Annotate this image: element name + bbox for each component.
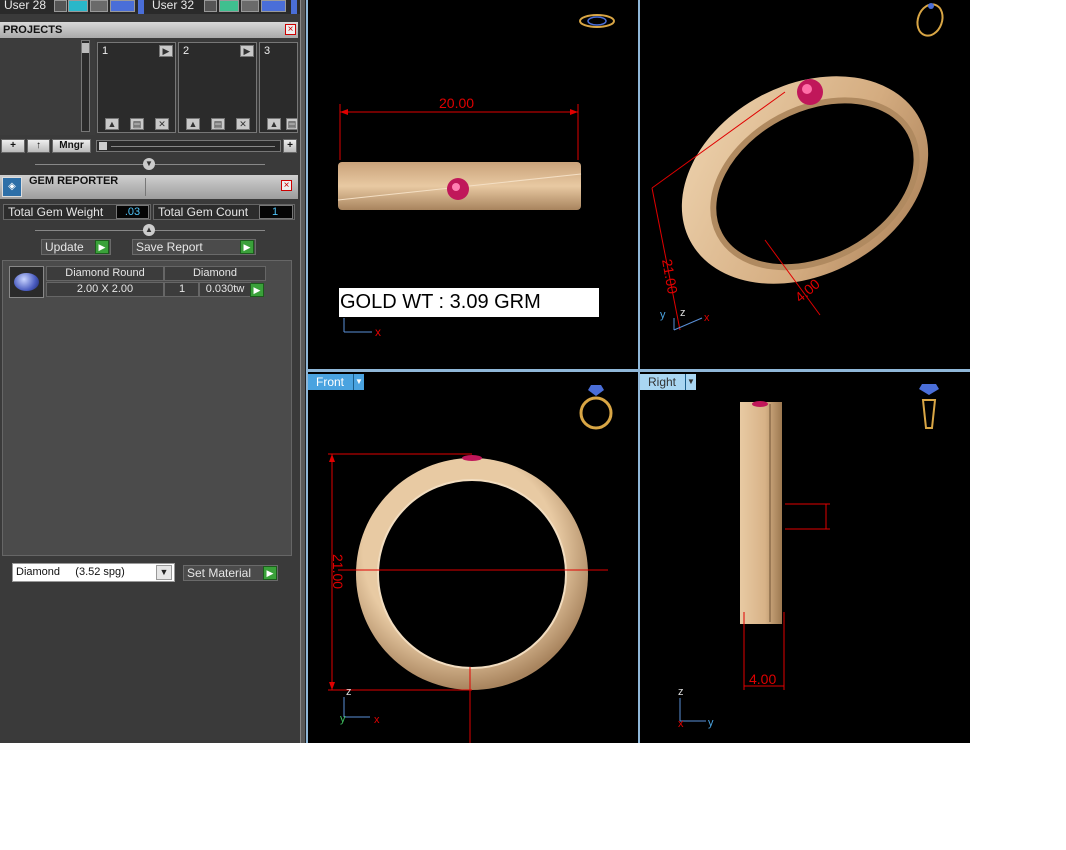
dim-width-text: 4.00 [749,671,776,687]
update-label: Update [45,240,84,254]
total-gem-count-label: Total Gem Count [158,205,249,219]
gem-weight-cell[interactable]: 0.030tw [199,282,251,297]
manager-button[interactable]: Mngr [52,139,91,153]
add-slot-button[interactable]: + [283,139,297,153]
gem-shape-cell[interactable]: Diamond Round [46,266,164,281]
axis-x-label: x [374,714,380,726]
user-separator [291,0,297,14]
viewport-right[interactable]: Right ▼ 4.00 z x y [640,372,970,743]
axis-x-label: x [704,312,710,324]
left-panel: User 28 User 32 PROJECTS × 1 ▶ ▲ ▤ ✕ 2 ▶… [0,0,300,743]
axis-y-label: y [660,309,666,321]
gold-weight-label: GOLD WT : 3.09 GRM [339,288,599,317]
play-icon[interactable]: ▶ [250,283,264,297]
gem-thumbnail[interactable] [9,266,44,298]
color-swatch-cyan[interactable] [68,0,88,12]
scroll-thumb[interactable] [82,43,89,53]
user-label-2: User 32 [152,0,195,12]
ring-gizmo-icon [916,3,944,37]
axis-z-label: z [346,686,352,698]
set-material-label: Set Material [187,566,252,580]
gem-reporter-icon: ◈ [2,177,22,197]
slot-number: 3 [264,45,271,57]
add-project-button[interactable]: + [1,139,25,153]
dim-width-text: 20.00 [439,95,474,111]
perspective-view-drawing: 21.00 4.00 y z x [651,3,944,331]
play-icon[interactable] [54,0,67,12]
lock-icon[interactable] [90,0,108,12]
play-icon[interactable]: ▶ [240,45,254,57]
chevron-down-icon[interactable]: ▼ [156,565,172,580]
color-swatch-green[interactable] [219,0,239,12]
upload-icon[interactable]: ▲ [267,118,281,130]
project-slot-1[interactable]: 1 ▶ ▲ ▤ ✕ [97,42,176,133]
projects-scrollbar[interactable] [81,40,90,132]
project-slot-3[interactable]: 3 ▲ ▤ [259,42,298,133]
axis-z-label: z [680,307,686,319]
ring-gizmo-icon [579,385,613,430]
viewport-front[interactable]: Front ▼ 21.00 z y x [308,372,638,743]
lock-icon[interactable] [241,0,259,12]
upload-project-button[interactable]: ↑ [27,139,50,153]
collapse-icon[interactable]: ▼ [143,158,155,170]
user-bar: User 28 User 32 [0,0,300,14]
close-icon[interactable]: × [285,24,296,35]
project-slot-2[interactable]: 2 ▶ ▲ ▤ ✕ [178,42,257,133]
axis-z-label: z [678,686,684,698]
slot-number: 1 [102,45,109,57]
material-select[interactable]: Diamond (3.52 spg) [12,563,175,582]
projects-title: PROJECTS [3,24,63,36]
axis-y-label: y [708,717,714,729]
save-icon[interactable]: ▤ [286,118,298,130]
upload-icon[interactable]: ▲ [186,118,200,130]
total-gem-weight-value: .03 [116,205,149,219]
right-view-drawing: 4.00 z x y [678,384,939,730]
close-icon[interactable]: × [281,180,292,191]
gem-reporter-title: GEM REPORTER [29,175,119,187]
gem-list [2,260,292,556]
dim-diameter-text: 21.00 [330,554,346,589]
slider-handle[interactable] [99,142,107,150]
user-label-1: User 28 [4,0,47,12]
play-icon[interactable]: ▶ [240,240,254,254]
info-icon[interactable] [261,0,286,12]
front-view-drawing: 21.00 z y x [328,385,613,743]
round-diamond-icon [14,273,39,291]
total-gem-weight-label: Total Gem Weight [8,205,104,219]
total-gem-count-value: 1 [259,205,293,219]
axis-y-label: y [340,713,346,725]
ring-gizmo-icon [919,384,939,429]
gem-material-cell[interactable]: Diamond [164,266,266,281]
upload-icon[interactable]: ▲ [105,118,119,130]
projects-titlebar: PROJECTS [0,22,298,38]
ring-gizmo-icon [579,14,615,28]
axis-x-label: x [678,718,684,730]
user-separator [138,0,144,14]
info-icon[interactable] [110,0,135,12]
play-icon[interactable] [204,0,217,12]
save-report-label: Save Report [136,240,203,254]
delete-icon[interactable]: ✕ [236,118,250,130]
save-icon[interactable]: ▤ [211,118,225,130]
gem-count-cell[interactable]: 1 [164,282,199,297]
viewport-perspective[interactable]: 21.00 4.00 y z x [640,0,970,369]
material-select-value: Diamond (3.52 spg) [16,566,125,578]
slot-number: 2 [183,45,190,57]
save-report-button[interactable]: Save Report [132,239,256,255]
dim-diameter-text: 21.00 [659,258,681,295]
play-icon[interactable]: ▶ [159,45,173,57]
zoom-slider[interactable] [96,140,281,152]
axis-x-label: x [375,325,381,339]
play-icon[interactable]: ▶ [95,240,109,254]
collapse-icon[interactable]: ▲ [143,224,155,236]
gem-size-cell[interactable]: 2.00 X 2.00 [46,282,164,297]
save-icon[interactable]: ▤ [130,118,144,130]
play-icon[interactable]: ▶ [263,566,277,580]
delete-icon[interactable]: ✕ [155,118,169,130]
